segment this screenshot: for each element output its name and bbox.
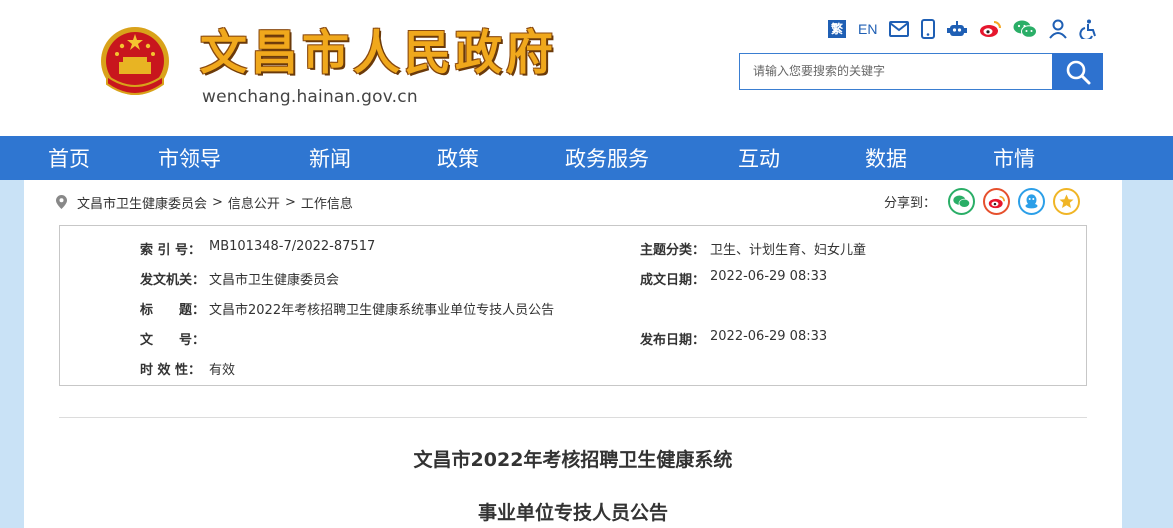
top-utility-links: 繁 EN <box>828 17 1111 41</box>
topic-category-value: 卫生、计划生育、妇女儿童 <box>710 243 867 258</box>
created-date-label: 成文日期： <box>640 273 706 288</box>
main-nav: 首页 市领导 新闻 政策 政务服务 互动 数据 市情 <box>0 136 1173 180</box>
breadcrumb-item-info-disclosure[interactable]: 信息公开 <box>228 193 280 212</box>
publish-date-label: 发布日期： <box>640 333 706 348</box>
topic-category-label: 主题分类： <box>640 243 706 258</box>
doc-title-label: 标 题： <box>140 303 206 318</box>
document-info-box: 索 引 号： MB101348-7/2022-87517 主题分类： 卫生、计划… <box>59 225 1087 386</box>
nav-item-city-info[interactable]: 市情 <box>993 136 1035 180</box>
article-title-line-1: 文昌市2022年考核招聘卫生健康系统 <box>413 449 733 471</box>
issuing-org-label: 发文机关： <box>140 273 206 288</box>
nav-item-leaders[interactable]: 市领导 <box>158 136 221 180</box>
breadcrumb-item-work-info[interactable]: 工作信息 <box>301 193 353 212</box>
robot-icon[interactable] <box>947 18 968 40</box>
share-wechat-icon[interactable] <box>948 188 976 215</box>
mobile-icon[interactable] <box>921 18 936 40</box>
nav-item-home[interactable]: 首页 <box>48 136 90 180</box>
user-icon[interactable] <box>1049 18 1068 40</box>
wechat-icon[interactable] <box>1013 18 1038 40</box>
site-title[interactable]: 文昌市人民政府 <box>200 24 557 84</box>
breadcrumb-separator: > <box>212 194 223 210</box>
site-domain: wenchang.hainan.gov.cn <box>202 87 418 107</box>
traditional-chinese-label: 繁 <box>828 20 846 38</box>
search-button[interactable] <box>1052 53 1103 90</box>
search-input[interactable]: 请输入您要搜索的关键字 <box>739 53 1053 90</box>
created-date-value: 2022-06-29 08:33 <box>710 269 828 284</box>
issuing-org-value: 文昌市卫生健康委员会 <box>209 273 340 288</box>
section-divider <box>59 417 1087 418</box>
nav-item-data[interactable]: 数据 <box>865 136 907 180</box>
share-qzone-icon[interactable] <box>1053 188 1081 215</box>
site-header: 文昌市人民政府 wenchang.hainan.gov.cn 繁 EN 请输入您… <box>0 0 1173 136</box>
nav-item-gov-service[interactable]: 政务服务 <box>565 136 649 180</box>
publish-date-value: 2022-06-29 08:33 <box>710 329 828 344</box>
national-emblem-icon <box>101 27 169 95</box>
traditional-chinese-link[interactable]: 繁 <box>828 18 846 40</box>
breadcrumb-separator: > <box>284 194 296 210</box>
doc-title-value: 文昌市2022年考核招聘卫生健康系统事业单位专技人员公告 <box>209 303 555 318</box>
mail-icon[interactable] <box>889 18 910 40</box>
index-number-value: MB101348-7/2022-87517 <box>209 239 376 254</box>
search-icon <box>1066 60 1090 84</box>
validity-label: 时 效 性： <box>140 363 202 378</box>
content-panel: 文昌市卫生健康委员会 > 信息公开 > 工作信息 分享到： 索 引 号： MB1… <box>24 180 1122 528</box>
nav-item-policy[interactable]: 政策 <box>437 136 479 180</box>
nav-item-interaction[interactable]: 互动 <box>738 136 780 180</box>
article-title-line-2: 事业单位专技人员公告 <box>477 502 668 524</box>
doc-number-label: 文 号： <box>140 333 206 348</box>
english-label: EN <box>858 21 878 37</box>
location-pin-icon <box>56 195 67 209</box>
weibo-icon[interactable] <box>979 18 1002 40</box>
share-weibo-icon[interactable] <box>983 188 1011 215</box>
share-qq-icon[interactable] <box>1018 188 1046 215</box>
share-label: 分享到： <box>884 196 937 211</box>
nav-item-news[interactable]: 新闻 <box>309 136 351 180</box>
index-number-label: 索 引 号： <box>140 243 202 258</box>
accessibility-icon[interactable] <box>1079 18 1099 40</box>
english-link[interactable]: EN <box>858 18 877 40</box>
breadcrumb-item-health-commission[interactable]: 文昌市卫生健康委员会 <box>77 193 207 212</box>
validity-value: 有效 <box>209 363 236 378</box>
share-bar: 分享到： <box>884 188 1088 215</box>
breadcrumb: 文昌市卫生健康委员会 > 信息公开 > 工作信息 <box>56 192 353 212</box>
